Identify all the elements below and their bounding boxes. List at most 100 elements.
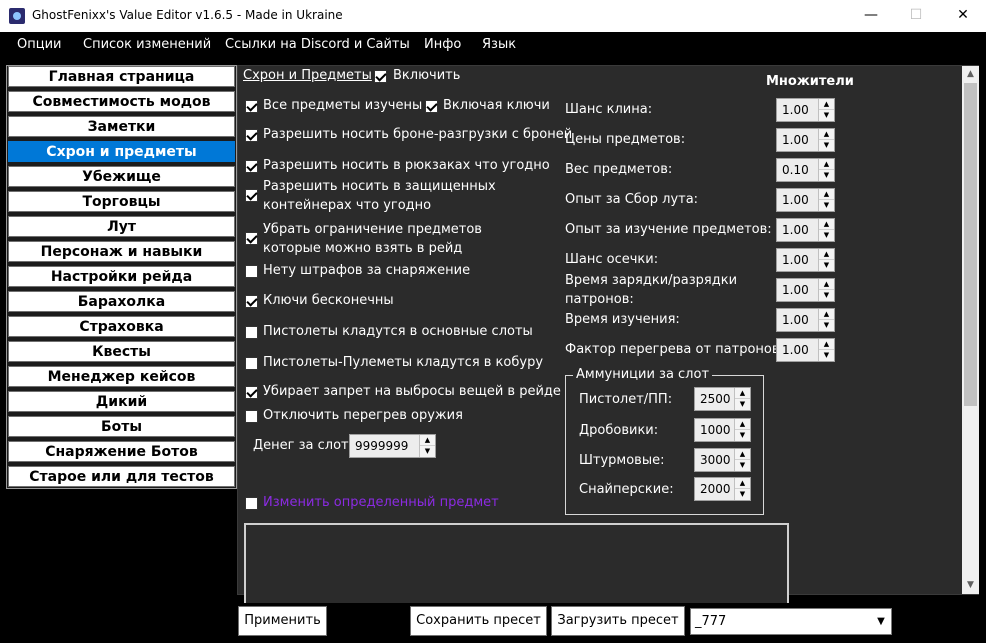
stepper-down-icon[interactable]: ▼	[819, 200, 834, 211]
change-item-checkbox[interactable]	[245, 497, 258, 510]
sidebar-item-bots[interactable]: Боты	[8, 416, 235, 437]
ammo-legend: Аммуниции за слот	[573, 367, 713, 382]
multiplier-stepper[interactable]: 1.00 ▲ ▼	[776, 338, 835, 362]
stepper-down-icon[interactable]: ▼	[819, 350, 834, 361]
vertical-scrollbar[interactable]: ▲ ▼	[962, 66, 979, 594]
sidebar-item-bot-gear[interactable]: Снаряжение Ботов	[8, 441, 235, 462]
sidebar-item-mod-compat[interactable]: Совместимость модов	[8, 91, 235, 112]
ammo-stepper[interactable]: 2500 ▲ ▼	[694, 387, 751, 411]
stepper-down-icon[interactable]: ▼	[735, 460, 750, 471]
option-label: Все предметы изучены	[263, 98, 423, 113]
sidebar-item-loot[interactable]: Лут	[8, 216, 235, 237]
stepper-up-icon[interactable]: ▲	[819, 339, 834, 350]
minimize-button[interactable]: —	[848, 0, 894, 32]
stepper-up-icon[interactable]: ▲	[735, 388, 750, 399]
option-checkbox[interactable]	[245, 232, 258, 245]
stepper-down-icon[interactable]: ▼	[420, 446, 435, 457]
multiplier-stepper[interactable]: 1.00 ▲ ▼	[776, 278, 835, 302]
option-label: Отключить перегрев оружия	[263, 408, 463, 423]
ammo-stepper[interactable]: 2000 ▲ ▼	[694, 477, 751, 501]
stepper-up-icon[interactable]: ▲	[735, 449, 750, 460]
menu-language[interactable]: Язык	[482, 37, 516, 52]
menu-options[interactable]: Опции	[17, 37, 61, 52]
option-checkbox[interactable]	[245, 129, 258, 142]
menu-info[interactable]: Инфо	[424, 37, 461, 52]
stepper-up-icon[interactable]: ▲	[819, 129, 834, 140]
sidebar-item-quests[interactable]: Квесты	[8, 341, 235, 362]
multiplier-stepper[interactable]: 1.00 ▲ ▼	[776, 218, 835, 242]
apply-button[interactable]: Применить	[238, 606, 327, 636]
stepper-down-icon[interactable]: ▼	[735, 399, 750, 410]
stepper-value: 1.00	[782, 103, 809, 117]
sidebar-item-stash-items[interactable]: Схрон и предметы	[8, 141, 235, 162]
scrollbar-thumb[interactable]	[964, 83, 977, 406]
stepper-down-icon[interactable]: ▼	[819, 320, 834, 331]
stepper-up-icon[interactable]: ▲	[735, 478, 750, 489]
option-checkbox[interactable]	[245, 386, 258, 399]
sidebar: Главная страница Совместимость модов Зам…	[6, 65, 237, 489]
sidebar-item-traders[interactable]: Торговцы	[8, 191, 235, 212]
sidebar-item-case-manager[interactable]: Менеджер кейсов	[8, 366, 235, 387]
multiplier-stepper[interactable]: 1.00 ▲ ▼	[776, 188, 835, 212]
stepper-up-icon[interactable]: ▲	[819, 159, 834, 170]
option-checkbox[interactable]	[245, 160, 258, 173]
stepper-up-icon[interactable]: ▲	[735, 419, 750, 430]
enable-checkbox[interactable]	[374, 70, 387, 83]
multiplier-stepper[interactable]: 1.00 ▲ ▼	[776, 98, 835, 122]
stepper-down-icon[interactable]: ▼	[735, 489, 750, 500]
sidebar-item-character-skills[interactable]: Персонаж и навыки	[8, 241, 235, 262]
sidebar-item-notes[interactable]: Заметки	[8, 116, 235, 137]
money-per-slot-stepper[interactable]: 9999999 ▲ ▼	[349, 434, 436, 458]
stepper-up-icon[interactable]: ▲	[819, 279, 834, 290]
scroll-up-icon[interactable]: ▲	[962, 66, 979, 83]
menu-links[interactable]: Ссылки на Discord и Сайты	[225, 37, 410, 52]
stepper-up-icon[interactable]: ▲	[819, 99, 834, 110]
stepper-up-icon[interactable]: ▲	[819, 309, 834, 320]
menu-changelog[interactable]: Список изменений	[83, 37, 211, 52]
load-preset-button[interactable]: Загрузить пресет	[551, 606, 685, 636]
stepper-up-icon[interactable]: ▲	[420, 435, 435, 446]
stepper-up-icon[interactable]: ▲	[819, 249, 834, 260]
stepper-down-icon[interactable]: ▼	[819, 140, 834, 151]
option-checkbox[interactable]	[245, 189, 258, 202]
option-checkbox[interactable]	[245, 357, 258, 370]
sidebar-item-flea-market[interactable]: Барахолка	[8, 291, 235, 312]
option-label: Разрешить носить в защищенных контейнера…	[263, 179, 496, 213]
stepper-down-icon[interactable]: ▼	[735, 430, 750, 441]
sidebar-item-scav[interactable]: Дикий	[8, 391, 235, 412]
multiplier-stepper[interactable]: 1.00 ▲ ▼	[776, 248, 835, 272]
close-button[interactable]: ✕	[940, 0, 986, 32]
option-checkbox[interactable]	[245, 410, 258, 423]
preset-select[interactable]: _777 ▼	[690, 608, 892, 635]
stepper-down-icon[interactable]: ▼	[819, 170, 834, 181]
option-checkbox[interactable]	[245, 326, 258, 339]
option-checkbox[interactable]	[425, 100, 438, 113]
ammo-stepper[interactable]: 3000 ▲ ▼	[694, 448, 751, 472]
stepper-up-icon[interactable]: ▲	[819, 219, 834, 230]
sidebar-item-home[interactable]: Главная страница	[8, 66, 235, 87]
option-checkbox[interactable]	[245, 100, 258, 113]
multiplier-stepper[interactable]: 1.00 ▲ ▼	[776, 128, 835, 152]
maximize-button[interactable]: ☐	[893, 0, 939, 32]
multiplier-label: Опыт за Сбор лута:	[565, 192, 699, 207]
sidebar-item-insurance[interactable]: Страховка	[8, 316, 235, 337]
sidebar-item-legacy-tests[interactable]: Старое или для тестов	[8, 466, 235, 487]
stepper-down-icon[interactable]: ▼	[819, 290, 834, 301]
multiplier-stepper[interactable]: 1.00 ▲ ▼	[776, 308, 835, 332]
save-preset-button[interactable]: Сохранить пресет	[410, 606, 547, 636]
sidebar-item-raid-settings[interactable]: Настройки рейда	[8, 266, 235, 287]
multiplier-stepper[interactable]: 0.10 ▲ ▼	[776, 158, 835, 182]
scroll-down-icon[interactable]: ▼	[962, 577, 979, 594]
stepper-down-icon[interactable]: ▼	[819, 260, 834, 271]
stepper-up-icon[interactable]: ▲	[819, 189, 834, 200]
option-checkbox[interactable]	[245, 265, 258, 278]
option-label: Убрать ограничение предметов которые мож…	[263, 222, 482, 256]
ammo-stepper[interactable]: 1000 ▲ ▼	[694, 418, 751, 442]
stepper-down-icon[interactable]: ▼	[819, 110, 834, 121]
option-checkbox[interactable]	[245, 295, 258, 308]
item-text-area[interactable]	[244, 523, 789, 603]
sidebar-item-hideout[interactable]: Убежище	[8, 166, 235, 187]
ammo-label: Пистолет/ПП:	[579, 392, 673, 407]
chevron-down-icon[interactable]: ▼	[871, 609, 891, 634]
stepper-down-icon[interactable]: ▼	[819, 230, 834, 241]
